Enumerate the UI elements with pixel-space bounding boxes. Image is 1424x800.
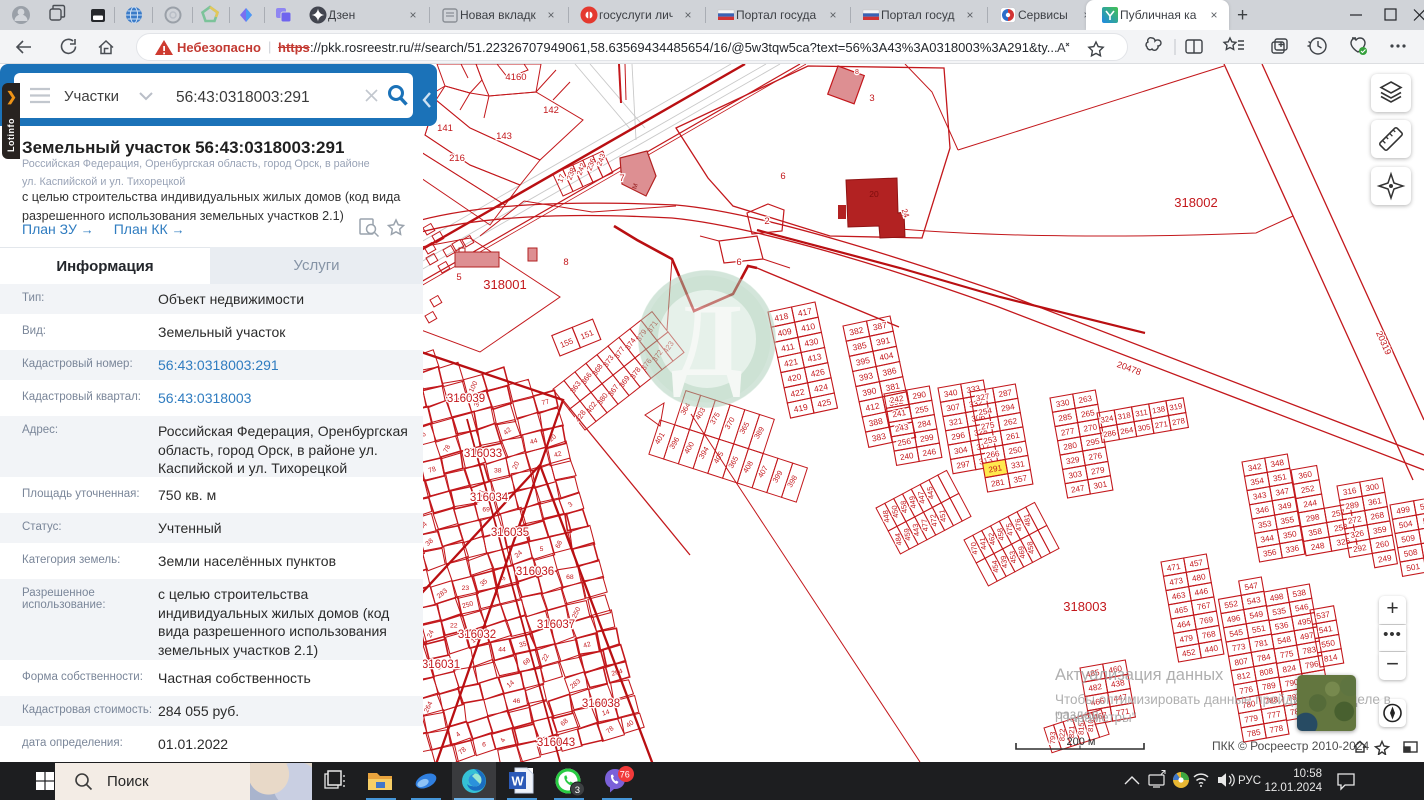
svg-text:8: 8 — [563, 257, 568, 268]
svg-text:W: W — [512, 774, 525, 789]
svg-text:Участки: Участки — [64, 88, 119, 105]
svg-text:318002: 318002 — [1174, 195, 1217, 210]
svg-text:316037: 316037 — [537, 619, 575, 631]
svg-text:316036: 316036 — [516, 566, 554, 578]
svg-text:76: 76 — [620, 770, 630, 780]
svg-text:5: 5 — [456, 272, 461, 283]
svg-text:6: 6 — [482, 742, 486, 749]
svg-text:316039: 316039 — [447, 393, 485, 405]
svg-text:316033: 316033 — [464, 448, 502, 460]
svg-text:46: 46 — [513, 698, 521, 705]
svg-text:A: A — [1057, 40, 1066, 55]
svg-text:6: 6 — [736, 257, 741, 268]
svg-text:68: 68 — [566, 574, 574, 581]
svg-text:69: 69 — [482, 507, 490, 514]
svg-text:316031: 316031 — [422, 659, 460, 671]
svg-text:Д: Д — [671, 283, 743, 398]
svg-text:316035: 316035 — [491, 527, 529, 539]
svg-text:4160: 4160 — [505, 72, 526, 83]
svg-text:318003: 318003 — [1063, 599, 1106, 614]
svg-text:316043: 316043 — [537, 737, 575, 749]
svg-text:22: 22 — [450, 623, 458, 630]
svg-text:451: 451 — [937, 509, 948, 523]
svg-text:3: 3 — [869, 93, 874, 104]
svg-text:458: 458 — [1025, 541, 1036, 555]
svg-text:6: 6 — [780, 171, 785, 182]
svg-text:316034: 316034 — [470, 492, 509, 504]
svg-text:216: 216 — [449, 153, 465, 164]
svg-text:316032: 316032 — [458, 629, 496, 641]
svg-text:7: 7 — [619, 173, 624, 184]
svg-text:23: 23 — [462, 585, 470, 592]
svg-text:318001: 318001 — [483, 277, 526, 292]
svg-text:445: 445 — [925, 486, 936, 500]
svg-text:8: 8 — [855, 69, 859, 76]
svg-text:38: 38 — [494, 468, 502, 475]
svg-text:316038: 316038 — [582, 698, 620, 710]
svg-text:5: 5 — [540, 546, 544, 553]
svg-text:44: 44 — [498, 647, 506, 654]
svg-text:20: 20 — [869, 189, 879, 199]
svg-text:505: 505 — [1419, 501, 1424, 512]
svg-text:3: 3 — [575, 785, 580, 796]
svg-text:143: 143 — [496, 131, 512, 142]
svg-text:2: 2 — [764, 216, 769, 227]
svg-text:142: 142 — [543, 105, 559, 116]
svg-text:481: 481 — [1022, 513, 1033, 527]
svg-text:56:43:0318003:291: 56:43:0318003:291 — [176, 89, 310, 106]
svg-text:141: 141 — [437, 123, 453, 134]
